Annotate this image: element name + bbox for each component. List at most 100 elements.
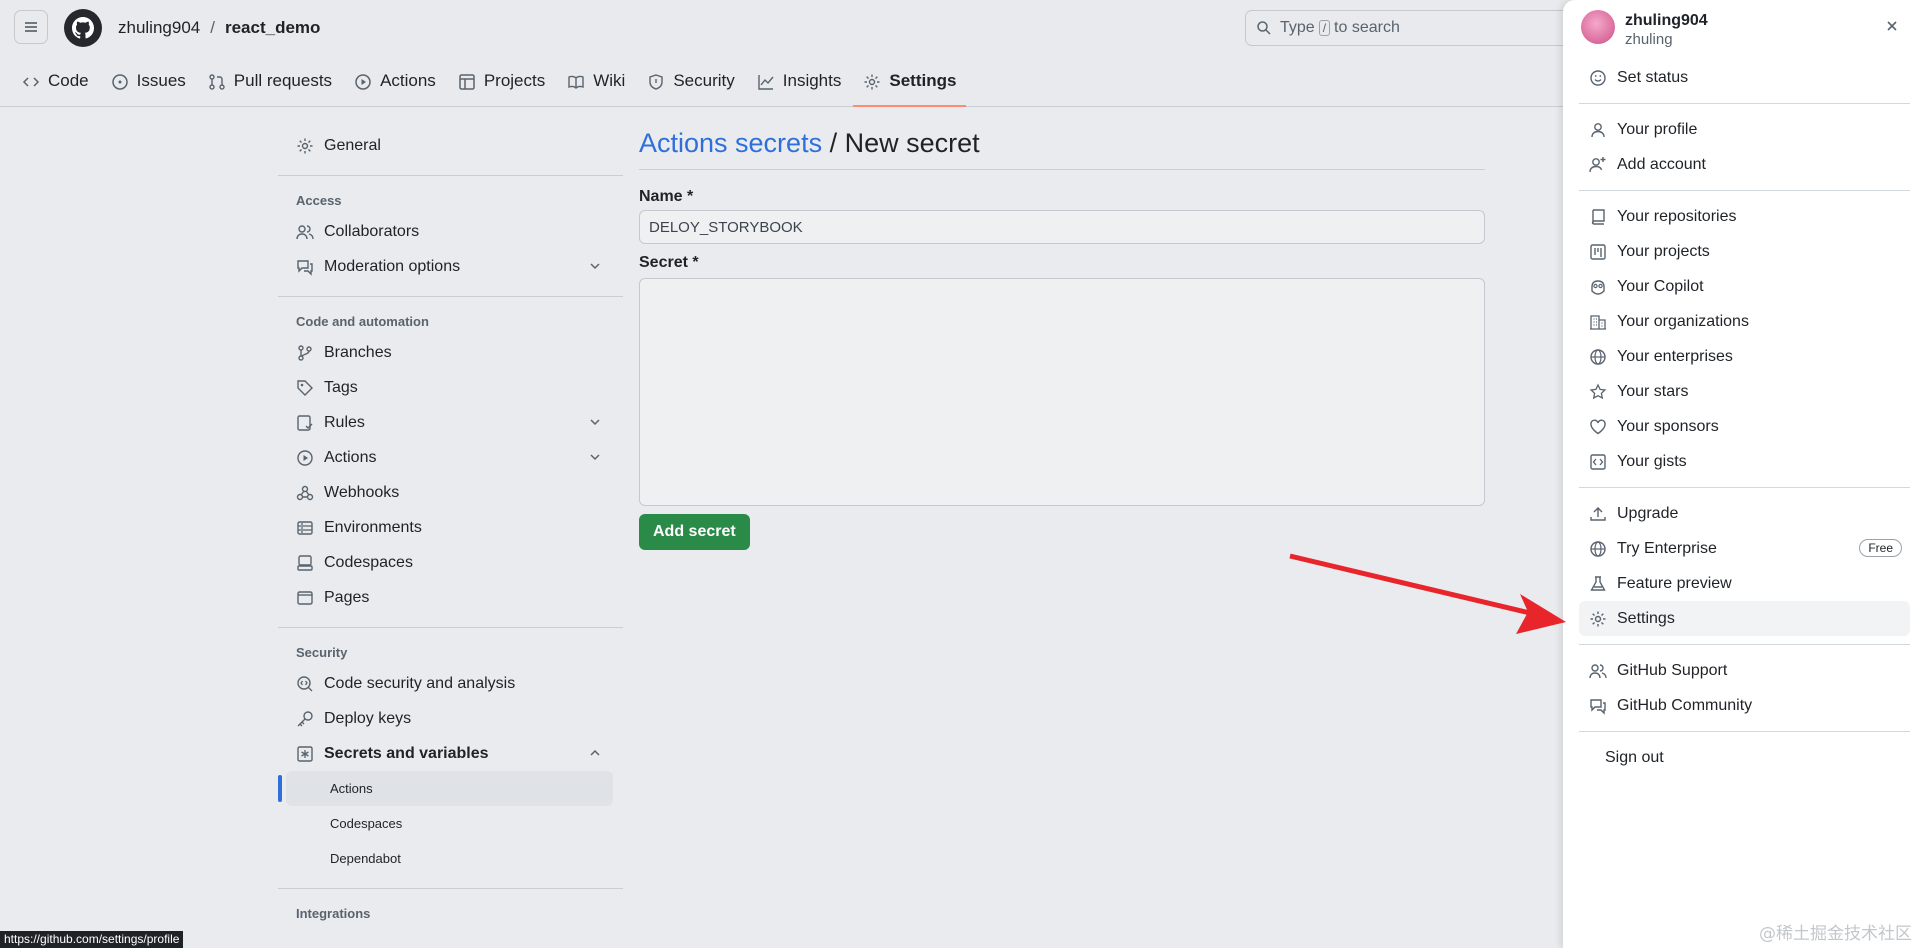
menu-item-set-status[interactable]: Set status — [1579, 60, 1910, 95]
tab-actions[interactable]: Actions — [344, 64, 446, 107]
tag-icon — [297, 379, 313, 396]
menu-item-your-profile[interactable]: Your profile — [1579, 112, 1910, 147]
tab-label: Pull requests — [233, 71, 333, 90]
sidebar-item-rules[interactable]: Rules — [278, 405, 623, 440]
menu-item-upgrade[interactable]: Upgrade — [1579, 496, 1910, 531]
sidebar-subitem-actions[interactable]: Actions — [278, 771, 613, 806]
sidebar-item-pages[interactable]: Pages — [278, 580, 623, 615]
github-logo-icon[interactable] — [64, 9, 102, 47]
tab-wiki[interactable]: Wiki — [557, 64, 635, 107]
play-icon — [297, 449, 313, 466]
repo-tabs: Code Issues Pull requests Actions Projec… — [12, 64, 967, 107]
menu-item-add-account[interactable]: Add account — [1579, 147, 1910, 182]
menu-item-your-enterprises[interactable]: Your enterprises — [1579, 339, 1910, 374]
menu-item-label: Your organizations — [1617, 312, 1749, 330]
menu-item-settings[interactable]: Settings — [1579, 601, 1910, 636]
sidebar-item-actions[interactable]: Actions — [278, 440, 623, 475]
comment-discussion-icon — [1590, 698, 1606, 715]
project-icon — [1590, 243, 1606, 260]
pull-request-icon — [209, 74, 225, 90]
menu-item-your-projects[interactable]: Your projects — [1579, 234, 1910, 269]
codespaces-icon — [297, 554, 313, 571]
owner-link[interactable]: zhuling904 — [118, 18, 200, 38]
webhook-icon — [296, 485, 314, 500]
copilot-icon — [1591, 279, 1605, 295]
upload-icon — [1590, 506, 1606, 521]
graph-icon — [758, 75, 774, 90]
secret-value-textarea[interactable] — [639, 278, 1485, 506]
chevron-down-icon — [590, 263, 600, 270]
gear-icon — [1590, 611, 1606, 626]
search-input[interactable]: Type / to search — [1245, 10, 1585, 46]
divider — [1579, 644, 1910, 645]
sidebar-item-environments[interactable]: Environments — [278, 510, 623, 545]
smiley-icon — [1590, 69, 1606, 86]
divider — [278, 888, 623, 889]
chevron-down-icon — [590, 419, 600, 426]
sidebar-item-deploy-keys[interactable]: Deploy keys — [278, 701, 623, 736]
organization-icon — [1590, 314, 1606, 330]
breadcrumb: zhuling904 / react_demo — [118, 18, 320, 38]
sidebar-item-tags[interactable]: Tags — [278, 370, 623, 405]
menu-item-your-stars[interactable]: Your stars — [1579, 374, 1910, 409]
secret-label: Secret * — [639, 254, 699, 271]
menu-item-label: GitHub Community — [1617, 696, 1753, 714]
menu-item-your-sponsors[interactable]: Your sponsors — [1579, 409, 1910, 444]
branch-icon — [298, 344, 312, 361]
menu-item-your-gists[interactable]: Your gists — [1579, 444, 1910, 479]
globe-icon — [1590, 540, 1606, 557]
tab-projects[interactable]: Projects — [448, 64, 555, 107]
tab-label: Code — [48, 71, 89, 90]
beaker-icon — [1590, 575, 1606, 591]
sidebar-item-label: Webhooks — [324, 483, 400, 501]
tab-issues[interactable]: Issues — [101, 64, 196, 107]
repo-rules-icon — [297, 414, 313, 431]
sidebar-item-code-security[interactable]: Code security and analysis — [278, 666, 623, 701]
person-add-icon — [1589, 156, 1606, 172]
sidebar-item-label: Collaborators — [324, 222, 420, 240]
menu-item-sign-out[interactable]: Sign out — [1579, 740, 1910, 775]
sidebar-item-secrets-and-variables[interactable]: Secrets and variables — [278, 736, 623, 771]
tab-settings[interactable]: Settings — [853, 64, 967, 107]
actions-secrets-link[interactable]: Actions secrets — [639, 128, 822, 158]
menu-item-your-repositories[interactable]: Your repositories — [1579, 199, 1910, 234]
sidebar-item-label: Branches — [324, 343, 392, 361]
menu-button[interactable] — [14, 10, 48, 44]
sidebar-item-branches[interactable]: Branches — [278, 335, 623, 370]
menu-item-your-organizations[interactable]: Your organizations — [1579, 304, 1910, 339]
repo-link[interactable]: react_demo — [225, 18, 320, 38]
issue-icon — [111, 74, 128, 90]
menu-item-feature-preview[interactable]: Feature preview — [1579, 566, 1910, 601]
sidebar-item-general[interactable]: General — [278, 128, 623, 163]
sidebar-item-label: Secrets and variables — [324, 744, 489, 762]
menu-item-label: Try Enterprise — [1617, 539, 1717, 557]
tab-insights[interactable]: Insights — [747, 64, 852, 107]
code-icon — [22, 77, 40, 87]
sidebar-item-collaborators[interactable]: Collaborators — [278, 214, 623, 249]
tab-label: Insights — [782, 71, 842, 90]
sidebar-item-label: General — [324, 136, 381, 154]
menu-item-try-enterprise[interactable]: Try Enterprise Free — [1579, 531, 1910, 566]
sidebar-item-webhooks[interactable]: Webhooks — [278, 475, 623, 510]
sidebar-subitem-dependabot[interactable]: Dependabot — [286, 841, 613, 876]
sidebar-item-label: Pages — [324, 588, 370, 606]
sidebar-subitem-codespaces[interactable]: Codespaces — [286, 806, 613, 841]
tab-pull-requests[interactable]: Pull requests — [198, 64, 342, 107]
secret-name-field[interactable]: DELOY_STORYBOOK — [639, 210, 1485, 244]
menu-item-github-support[interactable]: GitHub Support — [1579, 653, 1910, 688]
sidebar-item-moderation-options[interactable]: Moderation options — [278, 249, 623, 284]
sidebar-item-label: Deploy keys — [324, 709, 412, 727]
add-secret-button[interactable]: Add secret — [639, 514, 750, 550]
tab-security[interactable]: Security — [637, 64, 744, 107]
tab-code[interactable]: Code — [12, 64, 99, 107]
tab-label: Settings — [889, 71, 957, 90]
book-icon — [568, 75, 584, 89]
menu-item-github-community[interactable]: GitHub Community — [1579, 688, 1910, 723]
close-icon[interactable] — [1884, 18, 1900, 34]
avatar[interactable] — [1581, 10, 1615, 44]
sidebar-item-codespaces[interactable]: Codespaces — [278, 545, 623, 580]
menu-item-your-copilot[interactable]: Your Copilot — [1579, 269, 1910, 304]
code-square-icon — [1590, 453, 1606, 470]
sidebar-item-label: Moderation options — [324, 257, 461, 275]
menu-item-label: Feature preview — [1617, 574, 1732, 592]
